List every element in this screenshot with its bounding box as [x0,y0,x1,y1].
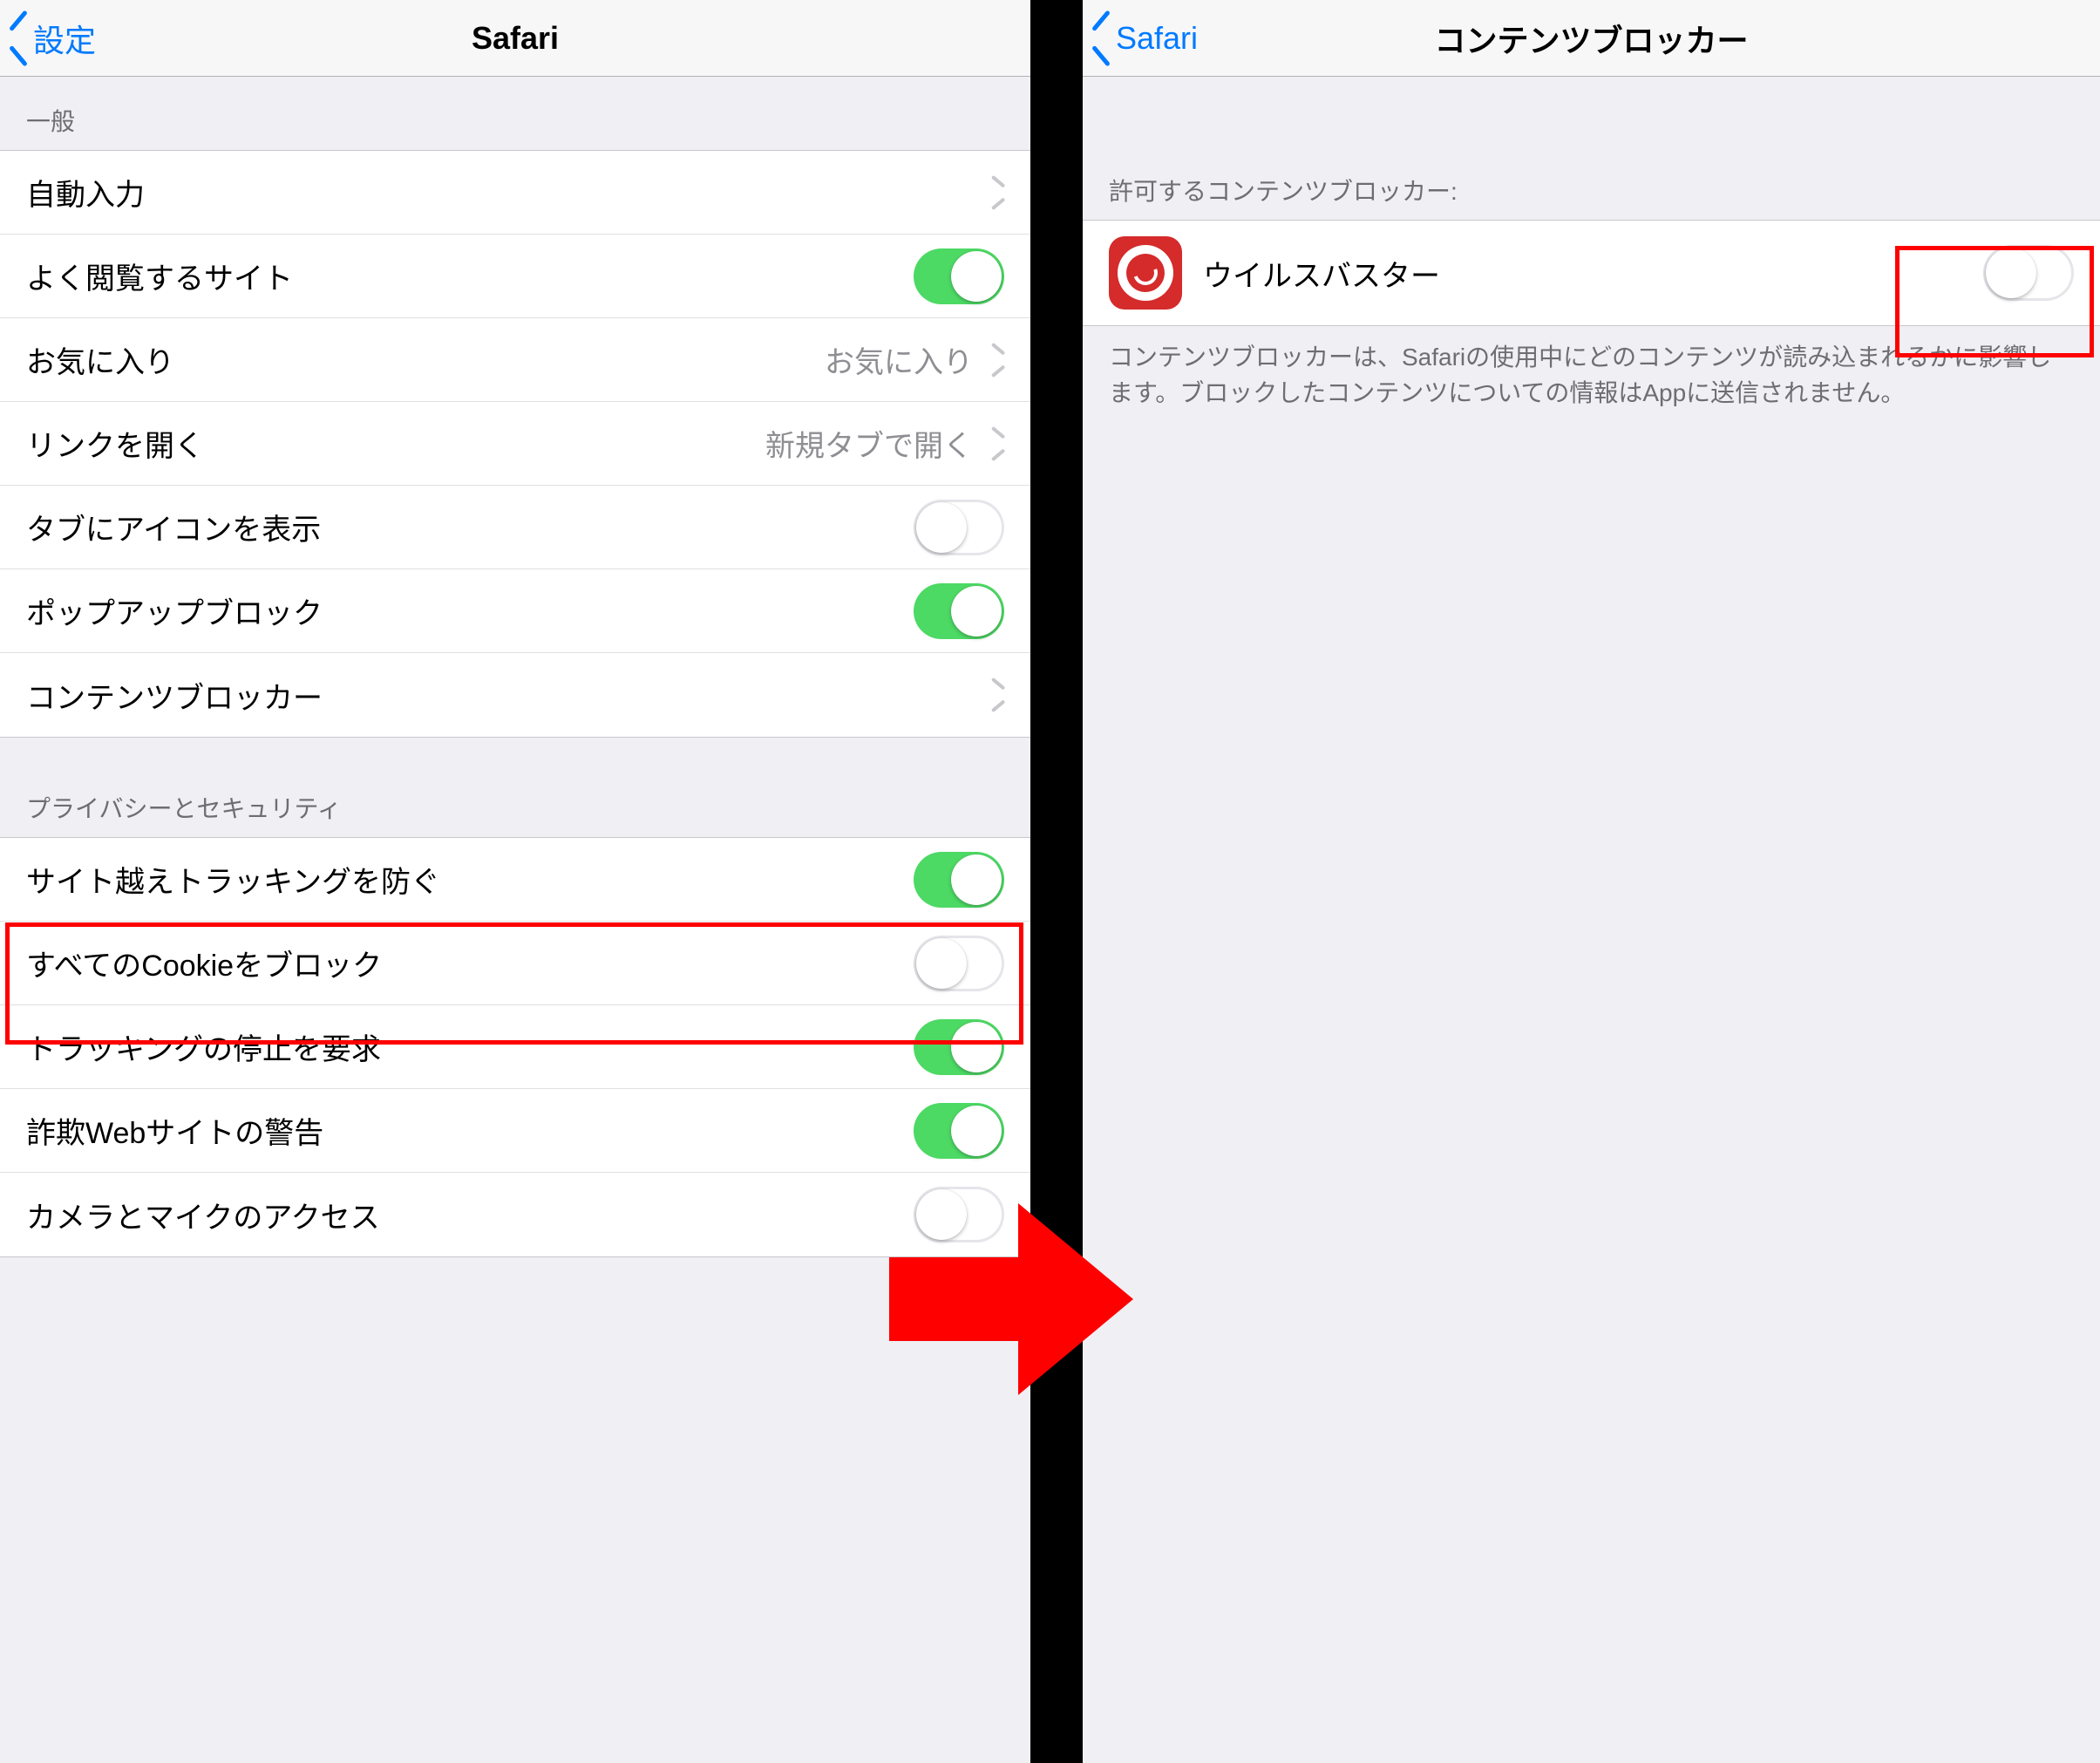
row-popup-block[interactable]: ポップアップブロック [0,569,1030,653]
row-virusbuster[interactable]: ウイルスバスター [1083,221,2100,325]
row-do-not-track[interactable]: トラッキングの停止を要求 [0,1005,1030,1089]
settings-safari-screen: 設定 Safari 一般 自動入力 よく閲覧するサイト お気に入り お気に入り … [0,0,1030,1763]
nav-title: コンテンツブロッカー [1434,16,1748,61]
toggle-fraud-warning[interactable] [914,1103,1004,1159]
row-frequently-visited[interactable]: よく閲覧するサイト [0,235,1030,318]
section-footer: コンテンツブロッカーは、Safariの使用中にどのコンテンツが読み込まれるかに影… [1083,326,2100,425]
row-label: お気に入り [26,338,825,381]
row-label: ウイルスバスター [1203,252,1983,295]
toggle-popup-block[interactable] [914,583,1004,639]
row-label: 詐欺Webサイトの警告 [26,1109,914,1152]
navbar: 設定 Safari [0,0,1030,77]
row-fraud-warning[interactable]: 詐欺Webサイトの警告 [0,1089,1030,1173]
row-open-links[interactable]: リンクを開く 新規タブで開く [0,402,1030,486]
row-favorites[interactable]: お気に入り お気に入り [0,318,1030,402]
row-block-all-cookies[interactable]: すべてのCookieをブロック [0,922,1030,1005]
back-label: 設定 [33,16,96,61]
nav-title: Safari [472,20,559,57]
chevron-left-icon [7,19,28,58]
row-detail: 新規タブで開く [765,422,973,465]
section-header-general: 一般 [0,77,1030,150]
row-content-blockers[interactable]: コンテンツブロッカー [0,653,1030,737]
group-privacy: サイト越えトラッキングを防ぐ すべてのCookieをブロック トラッキングの停止… [0,837,1030,1257]
row-label: タブにアイコンを表示 [26,506,914,548]
row-label: コンテンツブロッカー [26,674,989,717]
toggle-do-not-track[interactable] [914,1019,1004,1075]
navbar: Safari コンテンツブロッカー [1083,0,2100,77]
row-camera-mic[interactable]: カメラとマイクのアクセス [0,1173,1030,1256]
back-button[interactable]: Safari [1090,0,1198,76]
content-blockers-screen: Safari コンテンツブロッカー 許可するコンテンツブロッカー: ウイルスバス… [1083,0,2100,1763]
row-label: 自動入力 [26,171,989,214]
toggle-block-all-cookies[interactable] [914,936,1004,991]
back-label: Safari [1116,20,1198,57]
section-header-privacy: プライバシーとセキュリティ [0,738,1030,837]
row-label: カメラとマイクのアクセス [26,1194,914,1236]
virusbuster-app-icon [1109,236,1182,310]
toggle-frequently-visited[interactable] [914,248,1004,304]
group-content-blockers: ウイルスバスター [1083,220,2100,326]
toggle-tab-icons[interactable] [914,500,1004,555]
chevron-right-icon [989,347,1004,373]
toggle-prevent-cross-site[interactable] [914,852,1004,908]
row-prevent-cross-site[interactable]: サイト越えトラッキングを防ぐ [0,838,1030,922]
toggle-camera-mic[interactable] [914,1187,1004,1242]
row-tab-icons[interactable]: タブにアイコンを表示 [0,486,1030,569]
toggle-virusbuster[interactable] [1983,245,2074,301]
row-label: ポップアップブロック [26,589,914,632]
chevron-right-icon [989,180,1004,206]
row-label: よく閲覧するサイト [26,255,914,297]
row-label: リンクを開く [26,422,765,465]
row-autofill[interactable]: 自動入力 [0,151,1030,235]
chevron-right-icon [989,682,1004,708]
row-detail: お気に入り [825,338,973,381]
row-label: サイト越えトラッキングを防ぐ [26,858,914,901]
row-label: トラッキングの停止を要求 [26,1025,914,1068]
back-button[interactable]: 設定 [7,0,96,76]
chevron-left-icon [1090,19,1111,58]
group-general: 自動入力 よく閲覧するサイト お気に入り お気に入り リンクを開く 新規タブで開… [0,150,1030,738]
row-label: すべてのCookieをブロック [26,942,914,984]
chevron-right-icon [989,431,1004,457]
section-header-allow: 許可するコンテンツブロッカー: [1083,77,2100,220]
